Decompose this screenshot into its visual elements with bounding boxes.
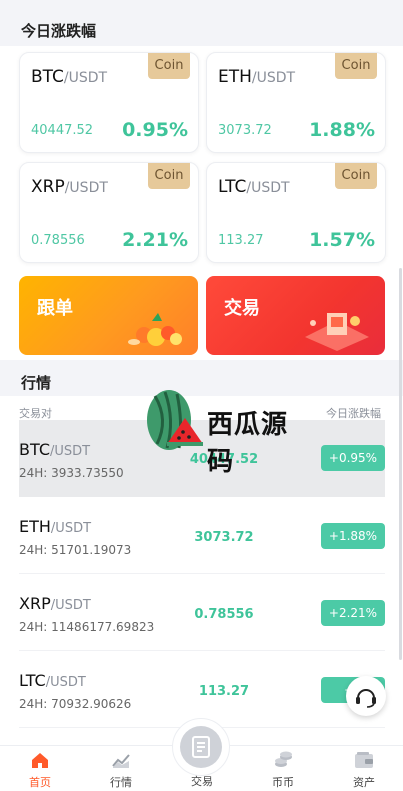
headset-icon <box>356 689 376 708</box>
row-base: LTC <box>19 671 46 690</box>
coin-card-eth[interactable]: ETH/USDT Coin 3073.72 1.88% <box>206 52 386 153</box>
card-price: 0.78556 <box>31 233 85 248</box>
row-quote: /USDT <box>50 598 91 613</box>
column-change: 今日涨跌幅 <box>326 407 381 420</box>
row-volume: 24H: 70932.90626 <box>19 697 132 711</box>
today-change-header: 今日涨跌幅 <box>0 10 403 48</box>
tab-coins[interactable]: 币币 <box>253 746 313 791</box>
tab-home[interactable]: 首页 <box>10 746 70 791</box>
coin-badge: Coin <box>335 53 377 79</box>
customer-support-button[interactable] <box>346 676 386 716</box>
fruit-basket-icon <box>128 313 182 346</box>
scrollbar[interactable] <box>399 268 402 660</box>
watermark: 西瓜源码 <box>145 382 305 477</box>
card-base: ETH <box>218 67 252 87</box>
row-price: 3073.72 <box>194 530 254 545</box>
home-icon <box>32 753 48 768</box>
row-change-badge[interactable]: +1.88% <box>321 523 385 549</box>
card-percent: 1.57% <box>309 229 375 251</box>
card-price: 113.27 <box>218 233 264 248</box>
card-base: BTC <box>31 67 64 87</box>
card-quote: /USDT <box>246 180 290 196</box>
chart-icon <box>112 754 130 768</box>
trade-label: 交易 <box>224 298 260 319</box>
row-base: BTC <box>19 440 50 459</box>
row-volume: 24H: 51701.19073 <box>19 543 132 557</box>
exchange-illustration-icon <box>305 313 369 351</box>
card-percent: 0.95% <box>122 119 188 141</box>
card-quote: /USDT <box>251 70 296 86</box>
card-quote: /USDT <box>64 180 108 196</box>
card-base: LTC <box>218 177 247 197</box>
tab-assets[interactable]: 资产 <box>334 746 394 791</box>
coin-badge: Coin <box>148 53 190 79</box>
trade-center-button[interactable] <box>172 718 230 776</box>
row-quote: /USDT <box>45 675 86 690</box>
card-price: 40447.52 <box>31 123 94 138</box>
watermark-text: 西瓜源码 <box>207 410 289 477</box>
wallet-icon <box>355 752 373 768</box>
coin-badge: Coin <box>148 163 190 189</box>
tab-label: 资产 <box>353 776 375 789</box>
section-title: 行情 <box>21 374 52 392</box>
row-quote: /USDT <box>50 521 92 536</box>
section-title: 今日涨跌幅 <box>21 22 97 40</box>
row-price: 0.78556 <box>194 607 254 622</box>
row-volume: 24H: 11486177.69823 <box>19 620 155 634</box>
card-price: 3073.72 <box>218 123 272 138</box>
watermelon-icon <box>147 390 203 450</box>
trade-icon <box>192 736 210 758</box>
column-pair: 交易对 <box>19 407 52 420</box>
market-row-eth[interactable]: ETH/USDT 24H: 51701.19073 3073.72 +1.88% <box>19 497 385 574</box>
follow-banner[interactable]: 跟单 <box>19 276 198 355</box>
tab-label: 首页 <box>29 776 51 789</box>
market-row-xrp[interactable]: XRP/USDT 24H: 11486177.69823 0.78556 +2.… <box>19 574 385 651</box>
tab-label: 行情 <box>110 776 132 789</box>
card-percent: 2.21% <box>122 229 188 251</box>
row-change-badge[interactable]: +0.95% <box>321 445 385 471</box>
coin-card-btc[interactable]: BTC/USDT Coin 40447.52 0.95% <box>19 52 199 153</box>
row-base: ETH <box>19 517 51 536</box>
coins-icon <box>275 751 292 767</box>
coin-card-xrp[interactable]: XRP/USDT Coin 0.78556 2.21% <box>19 162 199 263</box>
row-price: 113.27 <box>198 684 250 699</box>
card-base: XRP <box>31 177 65 197</box>
trade-banner[interactable]: 交易 <box>206 276 385 355</box>
tab-label: 币币 <box>272 776 294 789</box>
card-percent: 1.88% <box>309 119 375 141</box>
coin-badge: Coin <box>335 163 377 189</box>
row-volume: 24H: 3933.73550 <box>19 466 124 480</box>
follow-label: 跟单 <box>37 298 73 319</box>
card-quote: /USDT <box>63 70 108 86</box>
row-change-badge[interactable]: +2.21% <box>321 600 385 626</box>
row-quote: /USDT <box>49 444 91 459</box>
coin-card-ltc[interactable]: LTC/USDT Coin 113.27 1.57% <box>206 162 386 263</box>
row-base: XRP <box>19 594 51 613</box>
market-row-ltc[interactable]: LTC/USDT 24H: 70932.90626 113.27 +1 <box>19 651 385 728</box>
tab-label-trade[interactable]: 交易 <box>172 773 232 789</box>
tab-market[interactable]: 行情 <box>91 746 151 791</box>
